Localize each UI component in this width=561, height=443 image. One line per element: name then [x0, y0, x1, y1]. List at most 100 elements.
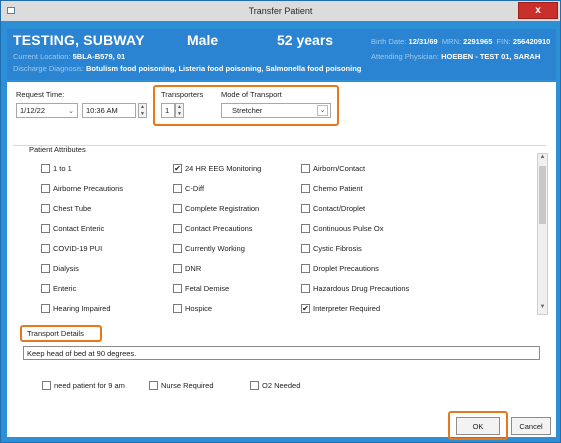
attribute-checkbox-item[interactable]: 1 to 1	[41, 164, 72, 173]
option-checkbox-item[interactable]: need patient for 9 am	[42, 381, 125, 390]
spin-down-icon[interactable]: ▼	[139, 111, 146, 118]
checkbox-icon[interactable]	[173, 204, 182, 213]
attribute-checkbox-item[interactable]: ✔ 24 HR EEG Monitoring	[173, 164, 261, 173]
checkbox-checked-icon[interactable]: ✔	[301, 304, 310, 313]
checkbox-icon[interactable]	[41, 224, 50, 233]
diagnosis-label: Discharge Diagnosis:	[13, 64, 84, 73]
close-button[interactable]: x	[518, 2, 558, 19]
window-title: Transfer Patient	[248, 6, 313, 16]
attribute-label: Hearing Impaired	[53, 304, 111, 313]
attribute-label: Hazardous Drug Precautions	[313, 284, 410, 293]
attribute-checkbox-item[interactable]: Contact Enteric	[41, 224, 104, 233]
checkbox-icon[interactable]	[41, 284, 50, 293]
title-bar[interactable]: Transfer Patient x	[1, 1, 560, 21]
checkbox-icon[interactable]	[173, 244, 182, 253]
attribute-checkbox-item[interactable]: Chest Tube	[41, 204, 91, 213]
attribute-checkbox-item[interactable]: Contact/Droplet	[301, 204, 365, 213]
attribute-label: Cystic Fibrosis	[313, 244, 362, 253]
checkbox-icon[interactable]	[41, 244, 50, 253]
attribute-label: Chemo Patient	[313, 184, 363, 193]
attributes-scrollbar[interactable]: ▲ ▼	[537, 153, 548, 315]
checkbox-icon[interactable]	[173, 304, 182, 313]
attribute-label: Contact Precautions	[185, 224, 253, 233]
mode-of-transport-select[interactable]: Stretcher ⌄	[221, 103, 331, 118]
attribute-checkbox-item[interactable]: Fetal Demise	[173, 284, 229, 293]
location-label: Current Location:	[13, 52, 71, 61]
checkbox-icon[interactable]	[173, 264, 182, 273]
patient-attributes-label: Patient Attributes	[29, 145, 86, 154]
transporters-spinner[interactable]: ▲ ▼	[175, 103, 184, 118]
attribute-checkbox-item[interactable]: DNR	[173, 264, 201, 273]
spin-down-icon[interactable]: ▼	[176, 111, 183, 118]
physician-label: Attending Physician:	[371, 52, 439, 61]
mrn-label: MRN:	[441, 37, 462, 46]
transport-details-input[interactable]: Keep head of bed at 90 degrees.	[23, 346, 540, 360]
option-checkbox-item[interactable]: O2 Needed	[250, 381, 300, 390]
attribute-checkbox-item[interactable]: Droplet Precautions	[301, 264, 379, 273]
checkbox-icon[interactable]	[173, 184, 182, 193]
attribute-checkbox-item[interactable]: Currently Working	[173, 244, 245, 253]
checkbox-icon[interactable]	[41, 184, 50, 193]
attribute-checkbox-item[interactable]: Hazardous Drug Precautions	[301, 284, 409, 293]
chevron-down-icon[interactable]: ⌄	[317, 105, 328, 116]
request-time-value: 10:36 AM	[86, 106, 118, 115]
attribute-checkbox-item[interactable]: Cystic Fibrosis	[301, 244, 362, 253]
checkbox-icon[interactable]	[41, 164, 50, 173]
request-time-field[interactable]: 10:36 AM	[82, 103, 136, 118]
option-checkbox-item[interactable]: Nurse Required	[149, 381, 214, 390]
attribute-checkbox-item[interactable]: Chemo Patient	[301, 184, 363, 193]
attribute-label: Contact Enteric	[53, 224, 105, 233]
ok-button[interactable]: OK	[456, 417, 500, 435]
patient-name: TESTING, SUBWAY	[13, 32, 145, 48]
request-time-spinner[interactable]: ▲ ▼	[138, 103, 147, 118]
transport-details-label: Transport Details	[27, 329, 84, 338]
attribute-checkbox-item[interactable]: Continuous Pulse Ox	[301, 224, 383, 233]
attribute-checkbox-item[interactable]: Hospice	[173, 304, 212, 313]
attribute-checkbox-item[interactable]: Airborne Precautions	[41, 184, 123, 193]
attribute-label: Continuous Pulse Ox	[313, 224, 384, 233]
checkbox-icon[interactable]	[301, 264, 310, 273]
checkbox-icon[interactable]	[173, 284, 182, 293]
checkbox-icon[interactable]	[301, 244, 310, 253]
checkbox-icon[interactable]	[42, 381, 51, 390]
checkbox-checked-icon[interactable]: ✔	[173, 164, 182, 173]
attribute-checkbox-item[interactable]: COVID-19 PUI	[41, 244, 102, 253]
checkbox-icon[interactable]	[301, 184, 310, 193]
checkbox-icon[interactable]	[149, 381, 158, 390]
attribute-label: Currently Working	[185, 244, 245, 253]
checkbox-icon[interactable]	[301, 164, 310, 173]
attribute-checkbox-item[interactable]: Airborn/Contact	[301, 164, 365, 173]
attribute-label: Hospice	[185, 304, 213, 313]
attribute-label: Fetal Demise	[185, 284, 230, 293]
cancel-button[interactable]: Cancel	[511, 417, 551, 435]
checkbox-icon[interactable]	[41, 304, 50, 313]
transport-details-text: Keep head of bed at 90 degrees.	[27, 348, 137, 358]
checkbox-icon[interactable]	[250, 381, 259, 390]
attribute-checkbox-item[interactable]: Dialysis	[41, 264, 79, 273]
request-date-field[interactable]: 1/12/22 ⌄	[16, 103, 78, 118]
attribute-label: C-Diff	[185, 184, 205, 193]
checkbox-icon[interactable]	[41, 264, 50, 273]
attribute-checkbox-item[interactable]: Hearing Impaired	[41, 304, 111, 313]
attending-physician: Attending Physician: HOEBEN - TEST 01, S…	[371, 52, 540, 61]
transporters-field[interactable]: 1	[161, 103, 175, 118]
scroll-down-icon[interactable]: ▼	[538, 304, 547, 314]
chevron-down-icon[interactable]: ⌄	[68, 107, 74, 115]
window-icon	[7, 7, 15, 14]
attribute-label: Chest Tube	[53, 204, 92, 213]
attribute-checkbox-item[interactable]: Complete Registration	[173, 204, 259, 213]
attribute-checkbox-item[interactable]: Enteric	[41, 284, 76, 293]
scroll-up-icon[interactable]: ▲	[538, 154, 547, 164]
attribute-label: Interpreter Required	[313, 304, 381, 313]
attribute-checkbox-item[interactable]: Contact Precautions	[173, 224, 253, 233]
transfer-patient-window: Transfer Patient x TESTING, SUBWAY Male …	[0, 0, 561, 443]
checkbox-icon[interactable]	[301, 224, 310, 233]
checkbox-icon[interactable]	[41, 204, 50, 213]
scroll-thumb[interactable]	[539, 166, 546, 224]
attribute-checkbox-item[interactable]: C-Diff	[173, 184, 204, 193]
attribute-checkbox-item[interactable]: ✔ Interpreter Required	[301, 304, 380, 313]
checkbox-icon[interactable]	[301, 204, 310, 213]
checkbox-icon[interactable]	[173, 224, 182, 233]
fin-label: FIN:	[496, 37, 511, 46]
checkbox-icon[interactable]	[301, 284, 310, 293]
